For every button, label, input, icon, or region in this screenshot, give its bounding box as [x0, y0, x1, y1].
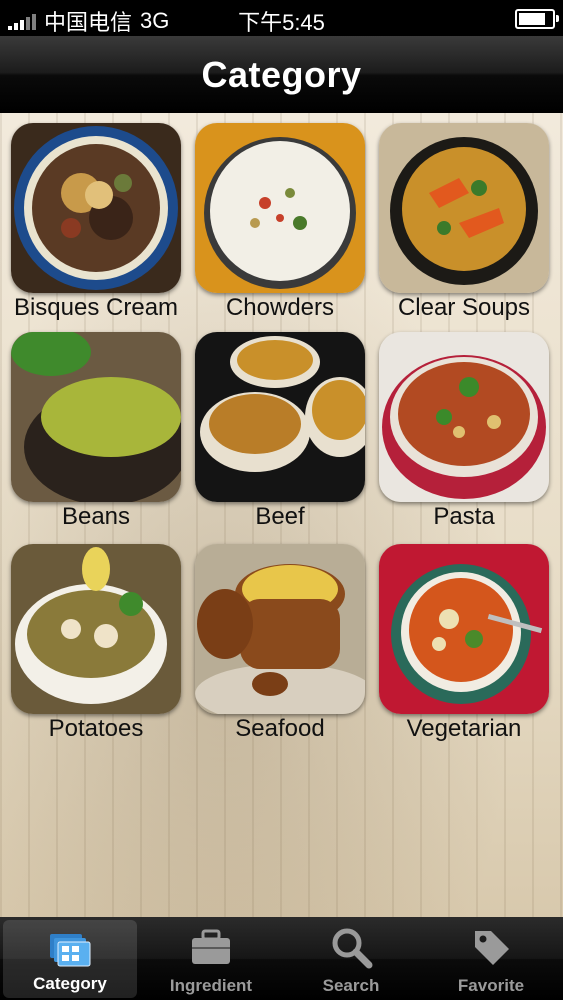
category-tile-bisques-cream[interactable]: Bisques Cream: [11, 123, 181, 321]
seafood-image: [195, 544, 365, 714]
tab-search[interactable]: Search: [281, 917, 421, 1000]
bisques-cream-image: [11, 123, 181, 293]
category-grid: Bisques Cream Chowders Clear Soups Beans…: [0, 113, 563, 917]
category-tile-pasta[interactable]: Pasta: [379, 332, 549, 530]
tab-category[interactable]: Category: [3, 920, 137, 998]
navigation-bar: Category: [0, 36, 563, 113]
clock: 下午5:45: [238, 10, 325, 35]
pasta-image: [379, 332, 549, 502]
category-label: Vegetarian: [406, 715, 522, 742]
category-tile-clear-soups[interactable]: Clear Soups: [379, 123, 549, 321]
beans-image: [11, 332, 181, 502]
category-label: Clear Soups: [397, 294, 531, 321]
clear-soups-image: [379, 123, 549, 293]
search-icon: [332, 928, 373, 969]
beef-image: [195, 332, 365, 502]
tab-label: Category: [33, 974, 107, 993]
category-tile-chowders[interactable]: Chowders: [195, 123, 365, 321]
briefcase-icon: [192, 929, 230, 964]
tab-bar: Category Ingredient Search Favorite: [0, 917, 563, 1000]
battery-icon: [515, 9, 559, 29]
category-tile-beef[interactable]: Beef: [195, 332, 365, 530]
status-bar: 中国电信 3G 下午5:45: [0, 0, 563, 36]
category-tile-vegetarian[interactable]: Vegetarian: [379, 544, 549, 742]
tab-ingredient[interactable]: Ingredient: [141, 917, 281, 1000]
category-icon: [50, 934, 91, 967]
chowders-image: [195, 123, 365, 293]
tab-favorite[interactable]: Favorite: [421, 917, 561, 1000]
tag-icon: [475, 931, 509, 965]
tab-label: Favorite: [457, 976, 525, 995]
potatoes-image: [11, 544, 181, 714]
category-tile-seafood[interactable]: Seafood: [195, 544, 365, 742]
category-tile-potatoes[interactable]: Potatoes: [11, 544, 181, 742]
page-title: Category: [201, 54, 362, 95]
category-label: Pasta: [433, 503, 495, 530]
category-tile-beans[interactable]: Beans: [11, 332, 181, 530]
vegetarian-image: [379, 544, 549, 714]
tab-label: Search: [322, 976, 380, 995]
tab-label: Ingredient: [169, 976, 253, 995]
